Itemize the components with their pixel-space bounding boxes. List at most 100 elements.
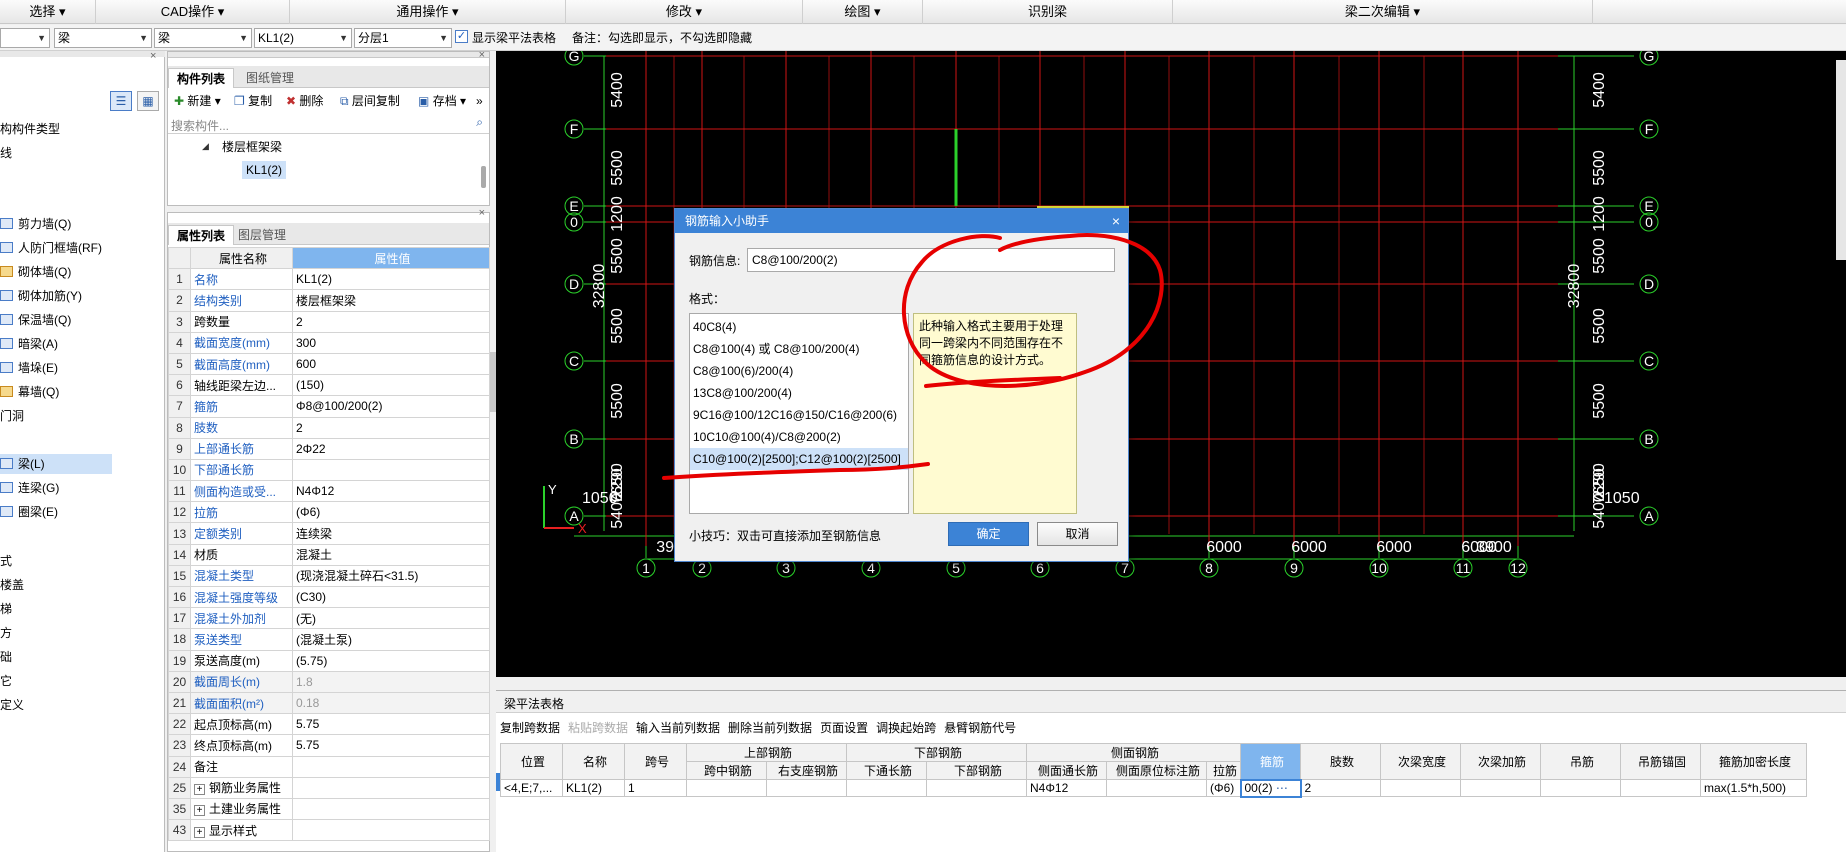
- col-hanger-anchor[interactable]: 吊筋锚固: [1620, 743, 1701, 780]
- col-legs[interactable]: 肢数: [1300, 743, 1381, 780]
- floor-combo[interactable]: ▼: [0, 28, 50, 48]
- table-cell[interactable]: [926, 779, 1027, 797]
- property-row[interactable]: 8 肢数 2: [168, 416, 490, 439]
- col-span[interactable]: 跨号: [624, 743, 687, 780]
- left-item-custom[interactable]: 定义: [0, 695, 24, 715]
- close-icon[interactable]: ×: [479, 49, 485, 61]
- left-item-style[interactable]: 式: [0, 551, 12, 571]
- table-cell[interactable]: KL1(2): [562, 779, 625, 797]
- left-item-beam[interactable]: 梁(L): [0, 454, 112, 474]
- left-item-other[interactable]: 它: [0, 671, 12, 691]
- col-secondary-rebar[interactable]: 次梁加筋: [1460, 743, 1541, 780]
- table-row[interactable]: <4,E;7,... KL1(2) 1 N4Φ12 (Φ6) 00(2) ⋯ 2 max(1.…: [500, 778, 1807, 798]
- tree-scrollbar[interactable]: [481, 166, 486, 188]
- property-value[interactable]: 混凝土: [292, 543, 490, 566]
- left-item-foundation[interactable]: 础: [0, 647, 12, 667]
- col-side-inplace-rebar[interactable]: 侧面原位标注筋: [1106, 761, 1207, 780]
- property-row[interactable]: 13 定额类别 连续梁: [168, 522, 490, 545]
- rebar-info-input[interactable]: C8@100/200(2): [747, 248, 1115, 272]
- menu-beam-edit[interactable]: 梁二次编辑 ▾: [1173, 0, 1593, 24]
- format-list-item[interactable]: 9C16@100/12C16@150/C16@200(6): [690, 404, 908, 426]
- left-item-floor-cover[interactable]: 楼盖: [0, 575, 24, 595]
- property-row[interactable]: 1 名称 KL1(2): [168, 268, 490, 291]
- property-value[interactable]: [292, 819, 490, 842]
- property-value[interactable]: 0.18: [292, 691, 490, 715]
- close-icon[interactable]: ×: [1112, 209, 1120, 233]
- menu-draw[interactable]: 绘图 ▾: [803, 0, 923, 24]
- tab-property-list[interactable]: 属性列表: [168, 225, 235, 245]
- property-row[interactable]: 43 + 显示样式: [168, 819, 490, 842]
- col-right-support-rebar[interactable]: 右支座钢筋: [766, 761, 847, 780]
- property-row[interactable]: 14 材质 混凝土: [168, 543, 490, 566]
- col-secondary-width[interactable]: 次梁宽度: [1380, 743, 1461, 780]
- tree-expand-icon[interactable]: ◢: [202, 141, 209, 152]
- save-button[interactable]: ▣ 存档 ▾: [418, 90, 466, 112]
- property-value[interactable]: 楼层框架梁: [292, 289, 490, 312]
- table-cell[interactable]: max(1.5*h,500): [1700, 779, 1807, 797]
- table-tool-button[interactable]: 悬臂钢筋代号: [944, 721, 1016, 735]
- menu-select[interactable]: 选择 ▾: [0, 0, 96, 24]
- table-tool-button[interactable]: 粘贴跨数据: [568, 721, 628, 735]
- property-row[interactable]: 11 侧面构造或受... N4Φ12: [168, 480, 490, 503]
- property-value[interactable]: Φ8@100/200(2): [292, 395, 490, 418]
- property-row[interactable]: 12 拉筋 (Φ6): [168, 501, 490, 524]
- property-row[interactable]: 3 跨数量 2: [168, 310, 490, 333]
- property-value[interactable]: N4Φ12: [292, 480, 490, 503]
- col-hanger[interactable]: 吊筋: [1540, 743, 1621, 780]
- new-button[interactable]: ✚ 新建 ▾: [174, 90, 221, 112]
- expand-icon[interactable]: +: [194, 805, 205, 817]
- left-item-line[interactable]: 线: [0, 143, 12, 163]
- left-item-component-type[interactable]: 构构件类型: [0, 119, 60, 139]
- left-item-openings[interactable]: 门洞: [0, 406, 24, 426]
- table-cell[interactable]: 1: [624, 779, 687, 797]
- property-row[interactable]: 7 箍筋 Φ8@100/200(2): [168, 395, 490, 418]
- property-value[interactable]: 2: [292, 416, 490, 439]
- menu-modify[interactable]: 修改 ▾: [566, 0, 803, 24]
- component-combo[interactable]: KL1(2) ▼: [254, 28, 352, 48]
- left-item-masonry-wall[interactable]: 砌体墙(Q): [0, 262, 71, 282]
- left-item-square[interactable]: 方: [0, 623, 12, 643]
- search-input[interactable]: 搜索构件...: [171, 117, 229, 134]
- left-item-stairs[interactable]: 梯: [0, 599, 12, 619]
- table-cell[interactable]: <4,E;7,...: [500, 779, 563, 797]
- table-cell[interactable]: 00(2) ⋯: [1239, 778, 1302, 798]
- format-list-item[interactable]: C8@100(4) 或 C8@100/200(4): [690, 338, 908, 360]
- tab-drawing-manage[interactable]: 图纸管理: [238, 68, 302, 88]
- property-value[interactable]: 600: [292, 352, 490, 376]
- table-tool-button[interactable]: 页面设置: [820, 721, 868, 735]
- left-item-masonry-rebar[interactable]: 砌体加筋(Y): [0, 286, 82, 306]
- table-cell[interactable]: [1620, 779, 1701, 797]
- subtype-combo[interactable]: 梁 ▼: [154, 28, 252, 48]
- col-mid-rebar[interactable]: 跨中钢筋: [686, 761, 767, 780]
- property-value[interactable]: (无): [292, 607, 490, 630]
- table-cell[interactable]: [1460, 779, 1541, 797]
- tree-node-floor-frame-beam[interactable]: 楼层框架梁: [222, 138, 282, 155]
- table-tool-button[interactable]: 调换起始跨: [876, 721, 936, 735]
- property-row[interactable]: 20 截面周长(m) 1.8: [168, 670, 490, 693]
- left-item-curtain-wall[interactable]: 幕墙(Q): [0, 382, 59, 402]
- copy-button[interactable]: ❐ 复制: [234, 90, 272, 112]
- more-icon[interactable]: ⋯: [1273, 781, 1288, 795]
- table-cell[interactable]: (Φ6): [1206, 779, 1241, 797]
- left-item-link-beam[interactable]: 连梁(G): [0, 478, 59, 498]
- table-tool-button[interactable]: 输入当前列数据: [636, 721, 720, 735]
- col-position[interactable]: 位置: [500, 743, 563, 780]
- property-row[interactable]: 19 泵送高度(m) (5.75): [168, 649, 490, 672]
- menu-identify-beam[interactable]: 识别梁: [923, 0, 1173, 24]
- left-item-hidden-beam[interactable]: 暗梁(A): [0, 334, 58, 354]
- property-value[interactable]: (5.75): [292, 649, 490, 672]
- expand-icon[interactable]: +: [194, 784, 205, 796]
- left-item-insulation-wall[interactable]: 保温墙(Q): [0, 310, 71, 330]
- property-value[interactable]: 连续梁: [292, 522, 490, 545]
- property-value[interactable]: 2Φ22: [292, 437, 490, 460]
- close-icon[interactable]: ×: [150, 50, 156, 62]
- table-cell[interactable]: N4Φ12: [1026, 779, 1107, 797]
- col-stirrup-dense-length[interactable]: 箍筋加密长度: [1700, 743, 1807, 780]
- col-side-long-rebar[interactable]: 侧面通长筋: [1026, 761, 1107, 780]
- table-cell[interactable]: [1380, 779, 1461, 797]
- property-value[interactable]: (现浇混凝土碎石<31.5): [292, 564, 490, 588]
- property-value[interactable]: (150): [292, 374, 490, 397]
- floor-copy-button[interactable]: ⧉ 层间复制: [340, 90, 400, 112]
- col-stirrup[interactable]: 箍筋: [1240, 743, 1301, 780]
- list-view-icon[interactable]: ☰: [110, 91, 132, 111]
